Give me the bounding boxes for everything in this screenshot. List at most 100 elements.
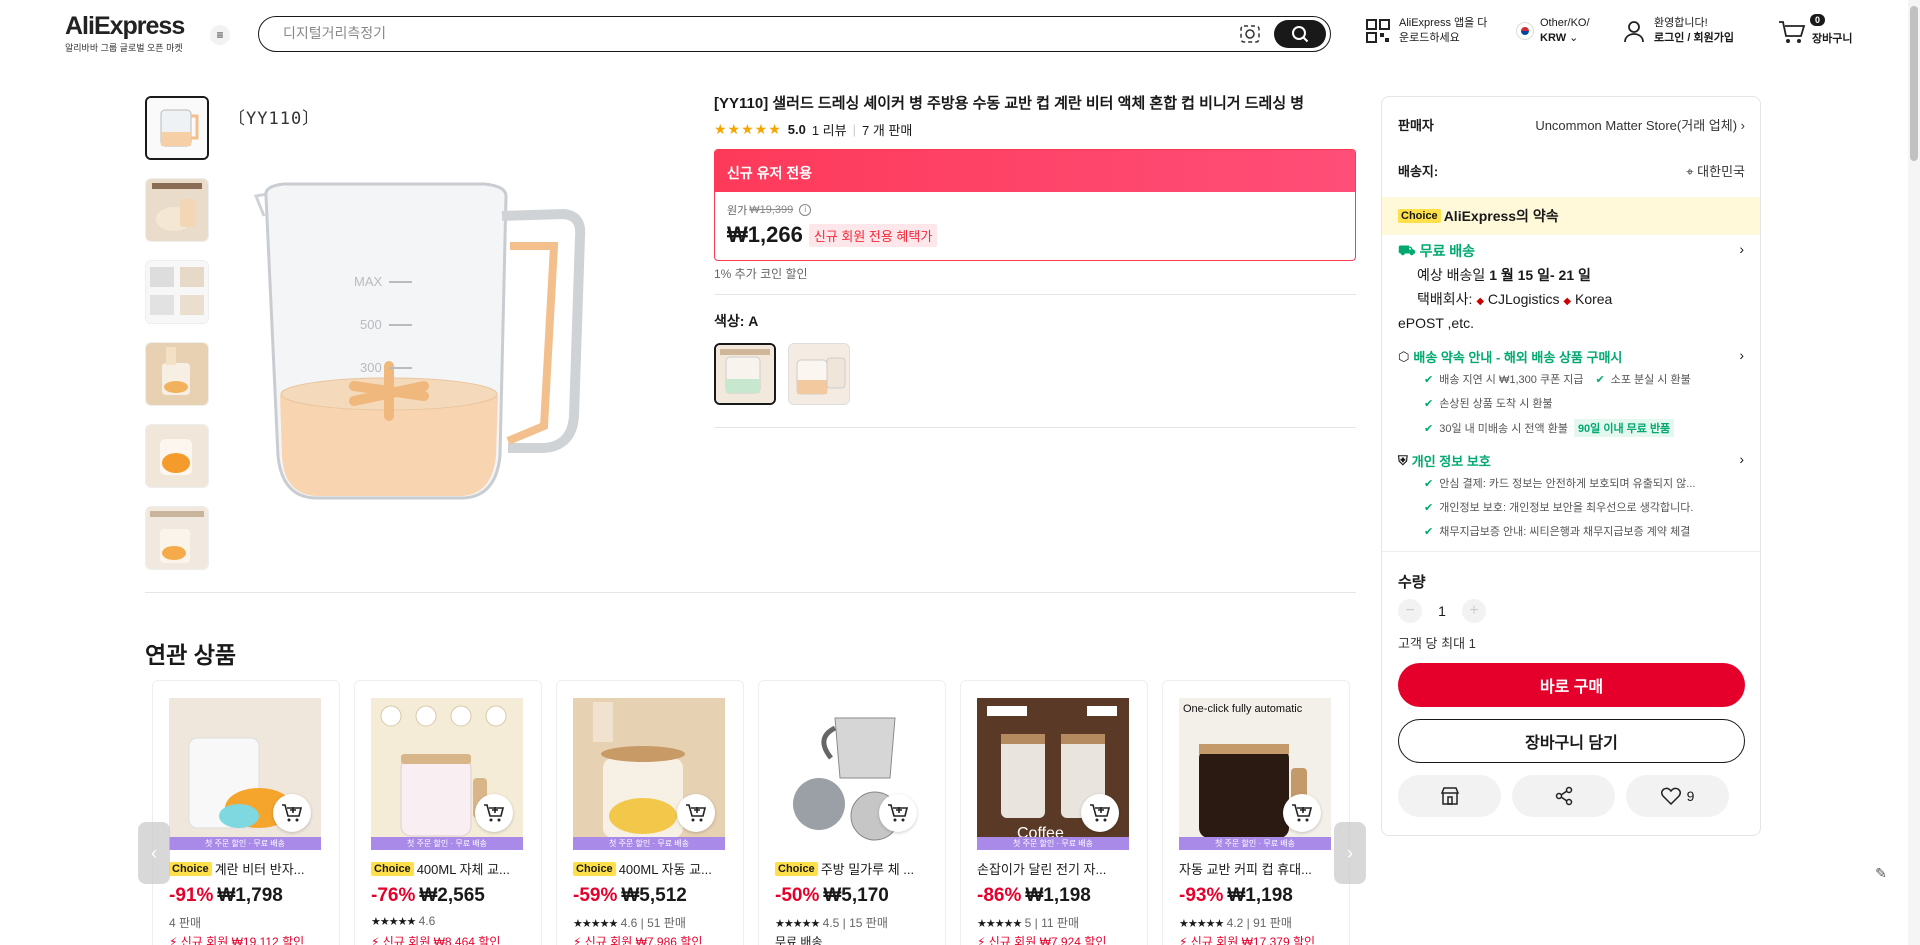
app-download[interactable]: AliExpress 앱을 다 운로드하세요 <box>1365 16 1487 46</box>
thumbnail-2[interactable] <box>145 178 209 242</box>
add-to-cart-icon[interactable] <box>273 794 311 832</box>
product-card[interactable]: 첫 주문 할인 · 무료 배송 Choice 400ML 자동 교... -59%… <box>556 680 744 945</box>
free-shipping-title[interactable]: ⛟ 무료 배송 <box>1398 241 1475 261</box>
qr-code-icon <box>1366 19 1390 43</box>
wishlist-button[interactable]: 9 <box>1626 775 1729 817</box>
add-to-cart-icon[interactable] <box>677 794 715 832</box>
scrollbar-thumb[interactable] <box>1910 6 1918 161</box>
thumbnail-3[interactable] <box>145 260 209 324</box>
thumbnail-6[interactable] <box>145 506 209 570</box>
choice-badge: Choice <box>775 861 818 876</box>
product-card[interactable]: Coffee 첫 주문 할인 · 무료 배송 손잡이가 달린 전기 자... -… <box>960 680 1148 945</box>
camera-search-icon[interactable] <box>1240 25 1260 43</box>
card-promo: ⚡ 신규 회원 ₩7,924 할인 <box>977 935 1107 945</box>
free-return-badge: 90일 이내 무료 반품 <box>1573 419 1675 437</box>
card-title: Choice 주방 밀가루 체 ... <box>775 859 935 878</box>
ship-to-label: 배송지: <box>1398 164 1439 179</box>
search-input[interactable] <box>283 25 1183 41</box>
carousel-next-button[interactable]: › <box>1334 822 1366 884</box>
product-card[interactable]: One-click fully automatic 첫 주문 할인 · 무료 배… <box>1162 680 1350 945</box>
seller-row[interactable]: 판매자 Uncommon Matter Store(거래 업체) › <box>1398 115 1745 134</box>
card-price: -91% ₩1,798 <box>169 885 283 906</box>
chevron-right-icon[interactable]: › <box>1739 347 1744 363</box>
delivery-promise-title[interactable]: ⬡ 배송 약속 안내 - 해외 배송 상품 구매시 <box>1398 347 1622 366</box>
category-menu-button[interactable]: ≡ <box>210 25 230 45</box>
delivery-prefix: 예상 배송일 <box>1417 267 1486 283</box>
review-count-link[interactable]: 1 리뷰 <box>812 120 847 139</box>
location-pin-icon: ⌖ <box>1686 164 1694 179</box>
choice-badge: Choice <box>573 861 616 876</box>
chevron-right-icon[interactable]: › <box>1739 451 1744 467</box>
quantity-decrease-button[interactable]: − <box>1398 599 1422 623</box>
separator: | <box>852 122 856 137</box>
shipping-details: 예상 배송일 1 월 15 일- 21 일 택배회사: ◆ CJLogistic… <box>1417 267 1613 307</box>
quantity-increase-button[interactable]: + <box>1462 599 1486 623</box>
color-swatch-a[interactable] <box>714 343 776 405</box>
locale-selector[interactable]: Other/KO/KRW ⌄ <box>1516 16 1590 46</box>
color-swatch-b[interactable] <box>788 343 850 405</box>
store-button[interactable] <box>1398 775 1501 817</box>
login-signup-link: 로그인 / 회원가입 <box>1654 32 1735 44</box>
privacy-title[interactable]: ⛨ 개인 정보 보호 <box>1398 451 1491 470</box>
seller-label: 판매자 <box>1398 118 1434 133</box>
product-card[interactable]: 첫 주문 할인 · 무료 배송 Choice 계란 비터 반자... -91% ₩1… <box>152 680 340 945</box>
card-price: -50% ₩5,170 <box>775 885 889 906</box>
add-to-cart-icon[interactable] <box>1283 794 1321 832</box>
cart-label: 장바구니 <box>1812 33 1853 45</box>
product-card[interactable]: Choice 주방 밀가루 체 ... -50% ₩5,170 ★★★★★ 4.5 … <box>758 680 946 945</box>
carousel-prev-button[interactable]: ‹ <box>138 822 170 884</box>
svg-text:One-click fully automatic: One-click fully automatic <box>1183 703 1303 715</box>
chevron-right-icon[interactable]: › <box>1739 241 1744 257</box>
thumbnail-5[interactable] <box>145 424 209 488</box>
buy-now-button[interactable]: 바로 구매 <box>1398 663 1745 707</box>
product-title: [YY110] 샐러드 드레싱 셰이커 병 주방용 수동 교반 컵 계란 비터 … <box>714 95 1305 112</box>
check-icon: ✔ <box>1424 373 1434 386</box>
card-promo-strip: 첫 주문 할인 · 무료 배송 <box>573 837 725 850</box>
add-to-cart-icon[interactable] <box>475 794 513 832</box>
card-promo-strip: 첫 주문 할인 · 무료 배송 <box>169 837 321 850</box>
purchase-limit: 고객 당 최대 1 <box>1398 636 1476 651</box>
section-divider <box>145 592 1356 593</box>
korea-flag-icon <box>1516 22 1534 40</box>
sold-count: 7 개 판매 <box>862 123 913 138</box>
quantity-value[interactable]: 1 <box>1422 603 1462 619</box>
store-icon <box>1440 787 1459 805</box>
ship-to-row[interactable]: 배송지: ⌖ 대한민국 <box>1398 161 1745 180</box>
share-button[interactable] <box>1512 775 1615 817</box>
cart-count-badge: 0 <box>1810 14 1826 26</box>
new-member-price-tag: 신규 회원 전용 혜택가 <box>808 223 938 247</box>
edit-icon[interactable]: ✎ <box>1868 860 1894 886</box>
app-download-line1: AliExpress 앱을 다 <box>1399 17 1488 29</box>
carrier-line2: ePOST ,etc. <box>1398 315 1474 331</box>
card-title: Choice 400ML 자동 교... <box>573 859 733 878</box>
check-icon: ✔ <box>1424 422 1434 435</box>
check-icon: ✔ <box>1424 397 1434 410</box>
add-to-cart-icon[interactable] <box>879 794 917 832</box>
card-promo: ⚡ 신규 회원 ₩8,464 할인 <box>371 935 501 945</box>
card-meta: ★★★★★ 5 | 11 판매 <box>977 916 1079 930</box>
truck-icon: ⛟ <box>1398 241 1416 258</box>
search-button[interactable] <box>1274 20 1326 48</box>
add-to-cart-icon[interactable] <box>1081 794 1119 832</box>
search-icon <box>1292 26 1309 43</box>
product-main-image[interactable]: MAX 500 300 <box>224 96 684 566</box>
add-to-cart-button[interactable]: 장바구니 담기 <box>1398 719 1745 763</box>
card-price: -86% ₩1,198 <box>977 885 1091 906</box>
card-promo-strip: 첫 주문 할인 · 무료 배송 <box>371 837 523 850</box>
info-icon[interactable]: i <box>799 204 812 216</box>
thumbnail-4[interactable] <box>145 342 209 406</box>
scrollbar[interactable] <box>1908 0 1920 945</box>
cart-link[interactable]: 0 장바구니 <box>1778 14 1853 47</box>
card-promo: ⚡ 신규 회원 ₩17,379 할인 <box>1179 935 1316 945</box>
promise-item: ✔ 배송 지연 시 ₩1,300 쿠폰 지급 ✔ 소포 분실 시 환불 <box>1424 373 1691 387</box>
thumbnail-1[interactable] <box>145 96 209 160</box>
korea-post-logo-icon: ◆ <box>1563 296 1572 307</box>
promise-item: ✔ 손상된 상품 도착 시 환불 <box>1424 397 1553 411</box>
currency-label: KRW <box>1540 32 1567 44</box>
color-swatches <box>714 343 1356 405</box>
product-card[interactable]: 첫 주문 할인 · 무료 배송 Choice 400ML 자체 교... -76%… <box>354 680 542 945</box>
header: AliExpress 알리바바 그룹 글로벌 오픈 마켓 ≡ AliExpres… <box>0 0 1920 68</box>
account-menu[interactable]: 환영합니다! 로그인 / 회원가입 <box>1622 16 1734 46</box>
card-title: 손잡이가 달린 전기 자... <box>977 862 1107 877</box>
aliexpress-logo[interactable]: AliExpress 알리바바 그룹 글로벌 오픈 마켓 <box>65 12 195 54</box>
